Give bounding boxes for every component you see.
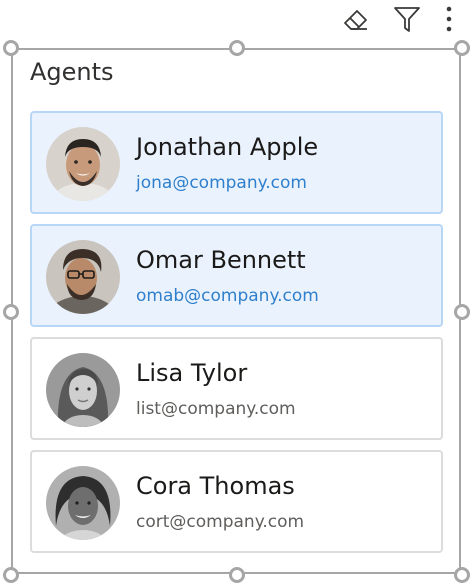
agent-name: Lisa Tylor	[136, 359, 248, 387]
agent-card-jonathan-apple[interactable]: Jonathan Apple jona@company.com	[30, 111, 443, 214]
resize-handle-top-left[interactable]	[3, 40, 19, 56]
agent-email: jona@company.com	[136, 173, 307, 193]
resize-handle-bottom-center[interactable]	[229, 567, 245, 583]
more-vertical-icon[interactable]	[442, 2, 456, 36]
resize-handle-bottom-left[interactable]	[3, 567, 19, 583]
resize-handle-top-center[interactable]	[229, 40, 245, 56]
resize-handle-middle-right[interactable]	[454, 304, 470, 320]
agent-card-lisa-tylor[interactable]: Lisa Tylor list@company.com	[30, 337, 443, 440]
agent-name: Cora Thomas	[136, 472, 295, 500]
eraser-icon[interactable]	[338, 2, 372, 36]
agent-card-omar-bennett[interactable]: Omar Bennett omab@company.com	[30, 224, 443, 327]
resize-handle-bottom-right[interactable]	[454, 567, 470, 583]
agent-email: list@company.com	[136, 399, 296, 419]
agent-email: omab@company.com	[136, 286, 319, 306]
agent-name: Jonathan Apple	[136, 133, 319, 161]
avatar	[46, 466, 120, 540]
gallery-title: Agents	[30, 58, 114, 86]
avatar	[46, 127, 120, 201]
agents-list: Jonathan Apple jona@company.com Omar Ben…	[30, 111, 443, 563]
agent-card-cora-thomas[interactable]: Cora Thomas cort@company.com	[30, 450, 443, 553]
agent-name: Omar Bennett	[136, 246, 306, 274]
control-toolbar	[338, 2, 456, 36]
avatar	[46, 353, 120, 427]
filter-icon[interactable]	[390, 2, 424, 36]
resize-handle-top-right[interactable]	[454, 40, 470, 56]
agents-gallery-canvas: Agents Jonathan Apple jona@company.com O…	[0, 0, 474, 588]
avatar	[46, 240, 120, 314]
resize-handle-middle-left[interactable]	[3, 304, 19, 320]
agent-email: cort@company.com	[136, 512, 305, 532]
